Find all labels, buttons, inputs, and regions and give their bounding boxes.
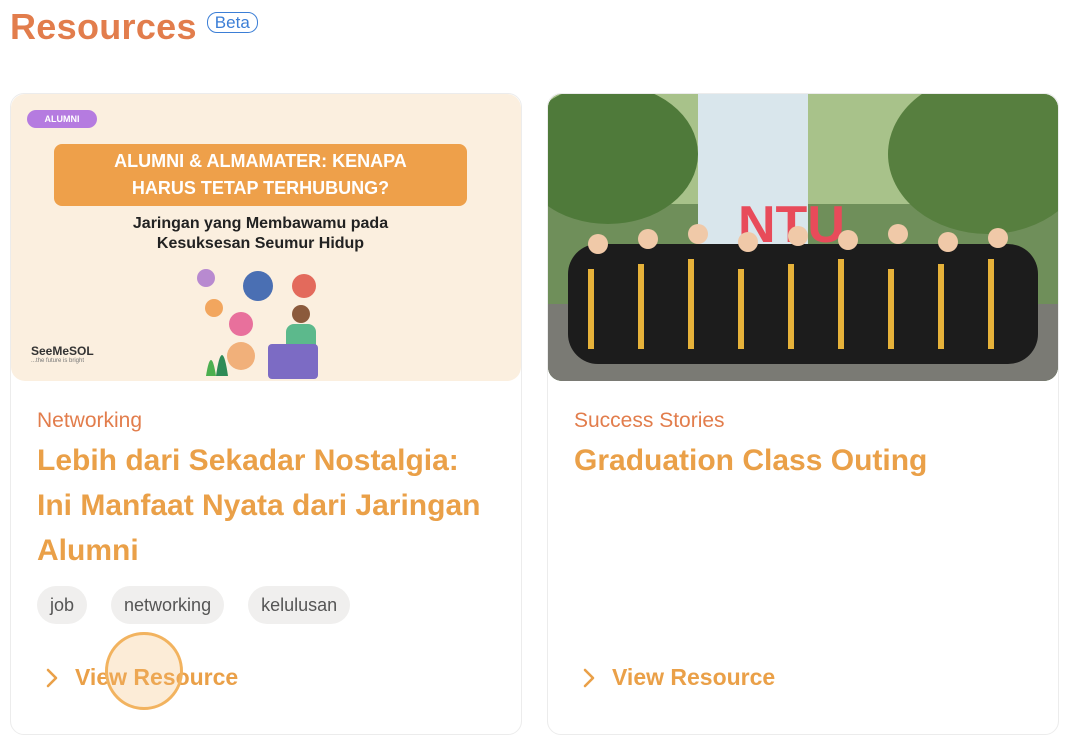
resource-thumbnail: NTU [548, 94, 1058, 381]
alumni-pill: ALUMNI [27, 110, 97, 128]
beta-badge: Beta [206, 11, 258, 33]
tag-list: job networking kelulusan [37, 586, 351, 624]
thumbnail-subtitle: Jaringan yang Membawamu pada Kesuksesan … [54, 214, 467, 254]
resource-title[interactable]: Graduation Class Outing [574, 438, 1034, 483]
resource-title[interactable]: Lebih dari Sekadar Nostalgia: Ini Manfaa… [37, 438, 497, 573]
people-illustration [197, 269, 318, 379]
brand-name: SeeMeSOL [31, 344, 94, 358]
subtitle-line: Jaringan yang Membawamu pada [132, 215, 389, 232]
banner-line: ALUMNI & ALMAMATER: KENAPA [114, 151, 407, 171]
cursor-click-indicator [105, 632, 183, 710]
tag-chip[interactable]: kelulusan [248, 586, 351, 624]
graduation-photo: NTU [548, 94, 1058, 381]
resource-card[interactable]: NTU Success Stories Graduation Class Out… [547, 93, 1059, 735]
brand-tagline: ...the future is bright [31, 358, 85, 364]
subtitle-line: Kesuksesan Seumur Hidup [156, 235, 365, 252]
chevron-right-icon [46, 668, 58, 687]
view-resource-label: View Resource [612, 664, 776, 690]
chevron-right-icon [583, 668, 595, 687]
resource-category: Networking [37, 409, 143, 432]
brand-logo: SeeMeSOL ...the future is bright [31, 344, 94, 364]
thumbnail-banner: ALUMNI & ALMAMATER: KENAPA HARUS TETAP T… [54, 144, 467, 206]
banner-line: HARUS TETAP TERHUBUNG? [131, 178, 390, 198]
resource-thumbnail: ALUMNI ALUMNI & ALMAMATER: KENAPA HARUS … [11, 94, 521, 381]
resource-card[interactable]: ALUMNI ALUMNI & ALMAMATER: KENAPA HARUS … [10, 93, 522, 735]
tag-chip[interactable]: job [37, 586, 88, 624]
tag-chip[interactable]: networking [111, 586, 225, 624]
page-header: Resources Beta [10, 6, 258, 48]
view-resource-link[interactable]: View Resource [582, 664, 775, 691]
page-title: Resources [10, 6, 197, 47]
resource-category: Success Stories [574, 409, 725, 432]
